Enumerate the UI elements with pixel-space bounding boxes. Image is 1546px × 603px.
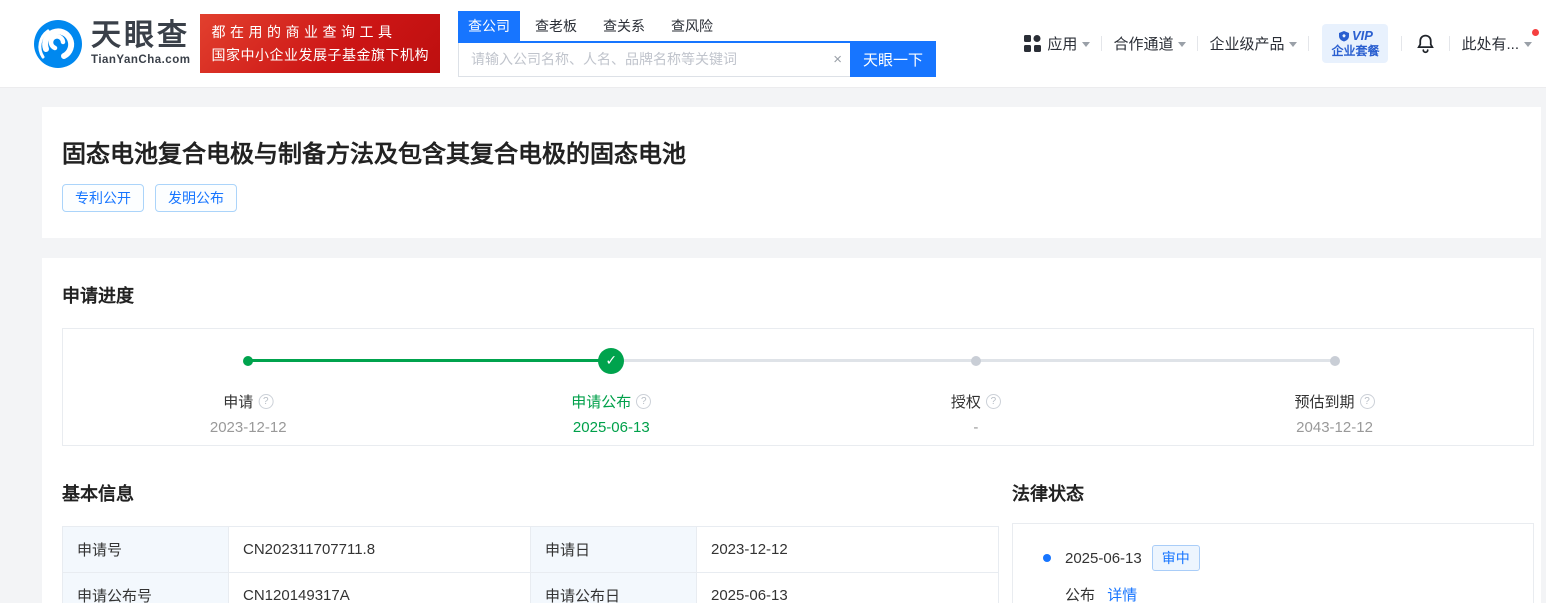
apps-grid-icon: [1024, 35, 1041, 52]
patent-detail-card: 申请进度 ✓ 申请 ? 2023-12-12 申请公布 ? 2025-06-13…: [42, 258, 1541, 603]
status-badge: 审中: [1152, 545, 1200, 571]
timeline-step-apply: 申请 ? 2023-12-12: [210, 391, 287, 436]
cell-label: 申请公布日: [531, 573, 697, 603]
list-item: 2025-06-13 审中 公布 详情: [1043, 545, 1513, 603]
cell-label: 申请日: [531, 527, 697, 573]
help-icon[interactable]: ?: [1360, 394, 1375, 409]
nav-more-label: 此处有...: [1461, 33, 1519, 54]
legal-date: 2025-06-13: [1065, 550, 1142, 567]
brand-domain: TianYanCha.com: [91, 55, 190, 67]
nav-more[interactable]: 此处有...: [1461, 33, 1532, 54]
tag-patent-publication[interactable]: 专利公开: [62, 184, 144, 212]
patent-tags: 专利公开 发明公布: [62, 184, 1521, 212]
vip-label: VIP: [1352, 28, 1373, 44]
divider: [1449, 36, 1450, 51]
step-label: 申请: [223, 391, 253, 412]
legal-status-box: 2025-06-13 审中 公布 详情: [1012, 523, 1534, 603]
search-input[interactable]: [458, 43, 850, 77]
divider: [1197, 36, 1198, 51]
step-date: 2025-06-13: [571, 419, 651, 436]
tianyancha-eye-icon: [34, 20, 82, 68]
application-progress-timeline: ✓ 申请 ? 2023-12-12 申请公布 ? 2025-06-13 授权 ?…: [62, 328, 1534, 446]
tab-risk[interactable]: 查风险: [662, 11, 722, 41]
nav-cooperation-label: 合作通道: [1113, 33, 1173, 54]
cell-label: 申请公布号: [63, 573, 229, 603]
bullet-dot-icon: [1043, 554, 1051, 562]
tab-boss[interactable]: 查老板: [526, 11, 586, 41]
basic-info-section: 基本信息 申请号 CN202311707711.8 申请日 2023-12-12…: [62, 480, 998, 603]
banner-line2: 国家中小企业发展子基金旗下机构: [211, 44, 429, 66]
search-area: 查公司 查老板 查关系 查风险 × 天眼一下: [458, 11, 936, 77]
patent-title-card: 固态电池复合电极与制备方法及包含其复合电极的固态电池 专利公开 发明公布: [42, 107, 1541, 238]
nav-enterprise-label: 企业级产品: [1209, 33, 1284, 54]
page-title: 固态电池复合电极与制备方法及包含其复合电极的固态电池: [62, 134, 1521, 169]
tianyancha-logo[interactable]: 天眼查 TianYanCha.com: [34, 20, 190, 68]
nav-enterprise-products[interactable]: 企业级产品: [1209, 33, 1297, 54]
promo-banner: 都在用的商业查询工具 国家中小企业发展子基金旗下机构: [200, 14, 440, 73]
chevron-down-icon: [1289, 42, 1297, 47]
tag-invention-publication[interactable]: 发明公布: [155, 184, 237, 212]
header: 天眼查 TianYanCha.com 都在用的商业查询工具 国家中小企业发展子基…: [0, 0, 1546, 88]
basic-info-title: 基本信息: [62, 480, 998, 506]
basic-info-table: 申请号 CN202311707711.8 申请日 2023-12-12 申请公布…: [62, 526, 999, 603]
help-icon[interactable]: ?: [636, 394, 651, 409]
vip-shield-icon: [1338, 30, 1350, 42]
notification-bell-icon[interactable]: [1415, 33, 1436, 54]
vip-package-button[interactable]: VIP 企业套餐: [1322, 24, 1388, 63]
chevron-down-icon: [1178, 42, 1186, 47]
chevron-down-icon: [1082, 42, 1090, 47]
timeline-dot-expiry: [1330, 356, 1340, 366]
search-tabs: 查公司 查老板 查关系 查风险: [458, 11, 936, 43]
cell-value: 2023-12-12: [697, 527, 999, 573]
chevron-down-icon: [1524, 42, 1532, 47]
clear-icon[interactable]: ×: [833, 51, 842, 68]
nav-apps[interactable]: 应用: [1024, 33, 1090, 54]
divider: [1101, 36, 1102, 51]
timeline-dot-grant: [971, 356, 981, 366]
cell-label: 申请号: [63, 527, 229, 573]
banner-line1: 都在用的商业查询工具: [211, 21, 429, 43]
progress-section-title: 申请进度: [62, 282, 1534, 308]
tab-company[interactable]: 查公司: [458, 11, 520, 41]
notification-red-dot: [1532, 29, 1539, 36]
vip-sub-label: 企业套餐: [1331, 44, 1379, 59]
step-date: 2023-12-12: [210, 419, 287, 436]
divider: [1308, 36, 1309, 51]
timeline-step-grant: 授权 ? -: [951, 391, 1001, 436]
help-icon[interactable]: ?: [258, 394, 273, 409]
nav-cooperation[interactable]: 合作通道: [1113, 33, 1186, 54]
detail-link[interactable]: 详情: [1107, 587, 1137, 603]
timeline-track-completed: [248, 359, 611, 362]
step-label: 预估到期: [1295, 391, 1355, 412]
legal-status-title: 法律状态: [1012, 480, 1534, 506]
cell-value: 2025-06-13: [697, 573, 999, 603]
step-label: 授权: [951, 391, 981, 412]
divider: [1401, 36, 1402, 51]
step-date: -: [951, 419, 1001, 436]
timeline-step-publication: 申请公布 ? 2025-06-13: [571, 391, 651, 436]
step-date: 2043-12-12: [1295, 419, 1375, 436]
legal-status-section: 法律状态 2025-06-13 审中 公布 详情: [1012, 480, 1534, 603]
nav-apps-label: 应用: [1047, 33, 1077, 54]
timeline-dot-apply: [243, 356, 253, 366]
timeline-check-icon: ✓: [598, 348, 624, 374]
help-icon[interactable]: ?: [986, 394, 1001, 409]
tab-relation[interactable]: 查关系: [594, 11, 654, 41]
cell-value: CN120149317A: [229, 573, 531, 603]
search-button[interactable]: 天眼一下: [850, 43, 936, 77]
table-row: 申请号 CN202311707711.8 申请日 2023-12-12: [63, 527, 999, 573]
timeline-step-expiry: 预估到期 ? 2043-12-12: [1295, 391, 1375, 436]
brand-name: 天眼查: [91, 21, 190, 51]
cell-value: CN202311707711.8: [229, 527, 531, 573]
step-label: 申请公布: [571, 391, 631, 412]
table-row: 申请公布号 CN120149317A 申请公布日 2025-06-13: [63, 573, 999, 603]
legal-event: 公布: [1065, 587, 1095, 603]
header-nav: 应用 合作通道 企业级产品 VIP 企业套餐: [1024, 24, 1532, 63]
